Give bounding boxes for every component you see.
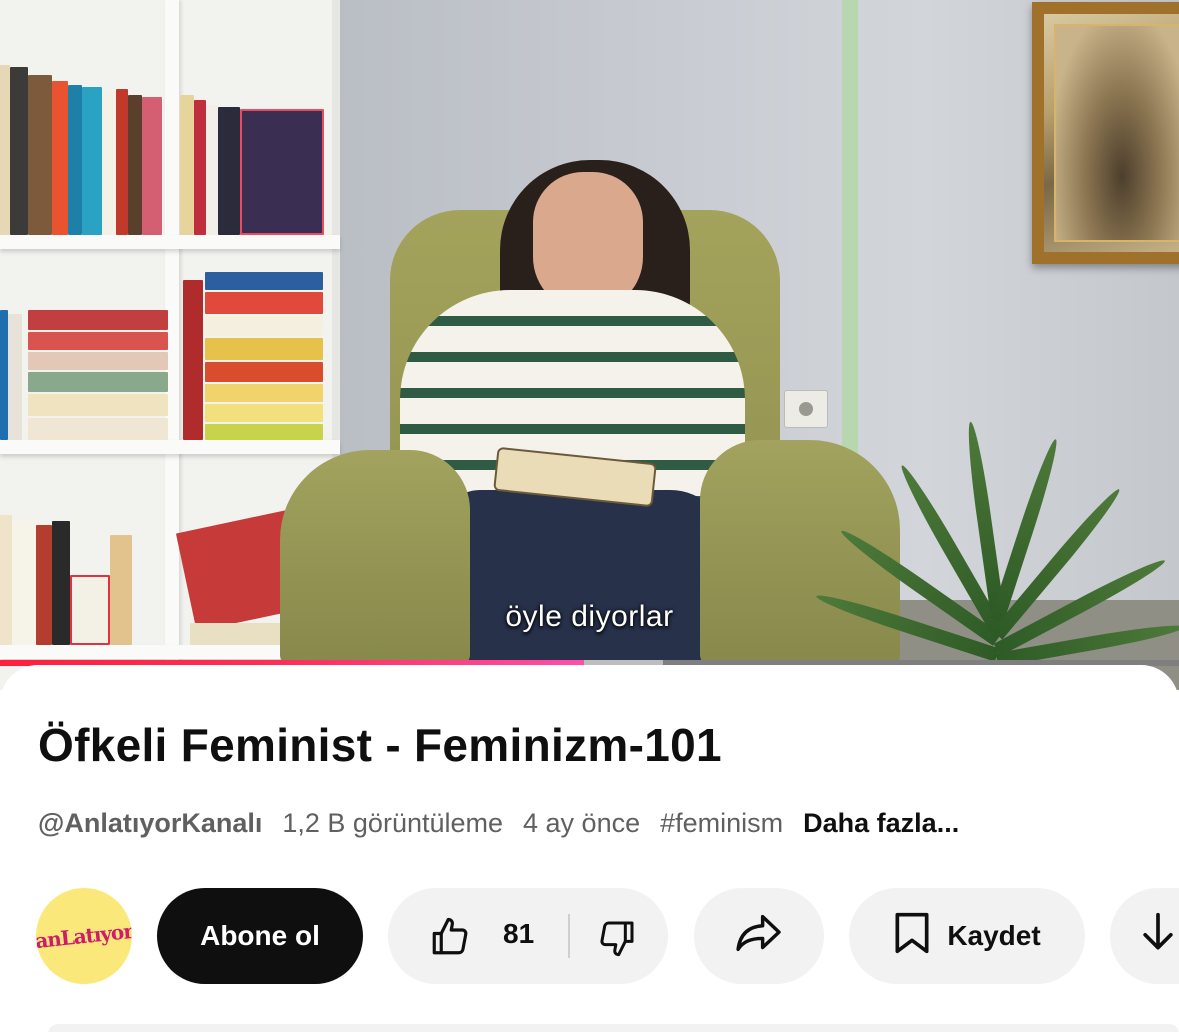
plant bbox=[814, 420, 1179, 667]
video-player[interactable]: öyle diyorlar bbox=[0, 0, 1179, 690]
like-count: 81 bbox=[503, 918, 535, 949]
video-title[interactable]: Öfkeli Feminist - Feminizm-101 bbox=[38, 718, 722, 772]
download-button[interactable] bbox=[1110, 888, 1179, 984]
shelf-board bbox=[0, 235, 340, 249]
book-row bbox=[0, 60, 165, 235]
download-icon bbox=[1138, 911, 1178, 962]
like-dislike-group: 81 bbox=[388, 888, 668, 984]
save-label: Kaydet bbox=[947, 920, 1041, 951]
like-divider bbox=[568, 914, 570, 958]
video-metadata-row[interactable]: @AnlatıyorKanalı 1,2 B görüntüleme 4 ay … bbox=[38, 808, 959, 839]
thumbs-down-icon[interactable] bbox=[596, 918, 638, 965]
thumbs-up-icon[interactable] bbox=[428, 916, 472, 965]
share-button[interactable] bbox=[694, 888, 824, 984]
channel-handle[interactable]: @AnlatıyorKanalı bbox=[38, 808, 262, 839]
more-description-link[interactable]: Daha fazla... bbox=[803, 808, 959, 839]
video-caption: öyle diyorlar bbox=[505, 600, 674, 633]
book-row bbox=[180, 90, 330, 235]
book-row bbox=[0, 310, 168, 440]
wall-outlet bbox=[784, 390, 828, 428]
person-jeans bbox=[440, 490, 730, 660]
subscribe-button[interactable]: Abone ol bbox=[157, 888, 363, 984]
wall-painting bbox=[1032, 2, 1179, 264]
bookmark-icon bbox=[893, 911, 931, 962]
shelf-board bbox=[0, 440, 340, 454]
avatar-logo-text: anLatıyor bbox=[36, 918, 132, 954]
book-row bbox=[183, 270, 323, 440]
next-section-card-edge bbox=[48, 1024, 1179, 1032]
hashtag-link[interactable]: #feminism bbox=[660, 808, 783, 839]
share-icon bbox=[735, 913, 783, 960]
save-button[interactable]: Kaydet bbox=[849, 888, 1085, 984]
channel-avatar[interactable]: anLatıyor bbox=[36, 888, 132, 984]
view-count: 1,2 B görüntüleme bbox=[282, 808, 504, 838]
action-bar: anLatıyor Abone ol 81 Kaydet bbox=[0, 888, 1179, 984]
upload-age: 4 ay önce bbox=[523, 808, 641, 838]
